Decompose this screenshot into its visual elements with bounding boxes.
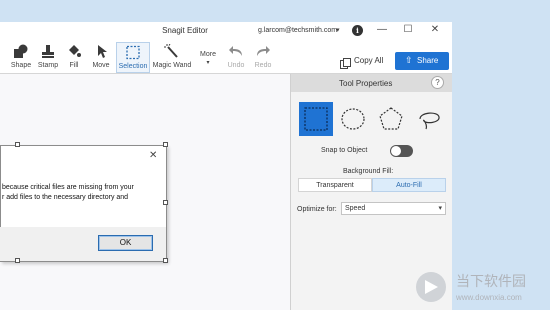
selection-tool-label: Selection xyxy=(118,63,148,70)
dialog-close-icon[interactable]: ✕ xyxy=(149,150,157,161)
magic-wand-icon xyxy=(164,43,180,59)
polygon-selection-button[interactable] xyxy=(374,102,408,136)
undo-label: Undo xyxy=(227,62,245,69)
selection-handle[interactable] xyxy=(15,258,20,263)
window-title: Snagit Editor xyxy=(162,26,208,35)
watermark-url: www.downxia.com xyxy=(456,293,522,302)
snap-to-object-label: Snap to Object xyxy=(321,147,368,154)
fill-tool[interactable]: Fill xyxy=(64,42,84,73)
watermark-logo xyxy=(414,270,448,309)
copy-all-label: Copy All xyxy=(354,56,384,65)
undo-button[interactable]: Undo xyxy=(225,42,247,73)
optimize-for-select[interactable]: Speed ▾ xyxy=(341,202,446,215)
background-fill-label: Background Fill: xyxy=(343,168,394,175)
redo-icon xyxy=(255,44,271,59)
copy-all-button[interactable]: Copy All xyxy=(338,53,390,69)
rectangle-selection-icon xyxy=(304,107,328,131)
chevron-down-icon: ▾ xyxy=(206,60,210,66)
share-icon: ⇧ xyxy=(405,55,413,65)
selection-handle[interactable] xyxy=(163,142,168,147)
freehand-selection-button[interactable] xyxy=(412,102,446,136)
tool-properties-header: Tool Properties ? xyxy=(291,74,452,92)
snap-to-object-toggle[interactable] xyxy=(390,145,413,157)
auto-fill-option[interactable]: Auto-Fill xyxy=(372,178,446,192)
selection-handle[interactable] xyxy=(163,258,168,263)
move-tool-label: Move xyxy=(92,62,110,69)
copy-icon xyxy=(340,56,351,74)
move-tool[interactable]: Move xyxy=(90,42,112,73)
redo-button[interactable]: Redo xyxy=(252,42,274,73)
stamp-icon xyxy=(40,44,56,59)
dialog-message-line-1: because critical files are missing from … xyxy=(2,184,134,191)
fill-icon xyxy=(66,44,82,59)
account-menu[interactable]: g.larcom@techsmith.com xyxy=(258,27,337,34)
rectangle-selection-button[interactable] xyxy=(299,102,333,136)
shape-tool[interactable]: Shape xyxy=(9,42,33,73)
selection-tool[interactable]: Selection xyxy=(116,42,150,73)
chevron-down-icon: ▾ xyxy=(438,205,442,212)
selection-handle[interactable] xyxy=(15,142,20,147)
tool-properties-title: Tool Properties xyxy=(339,79,393,88)
shape-tool-label: Shape xyxy=(10,62,32,69)
stamp-tool[interactable]: Stamp xyxy=(35,42,61,73)
redo-label: Redo xyxy=(254,62,272,69)
magic-wand-tool-label: Magic Wand xyxy=(152,62,192,69)
maximize-button[interactable]: ☐ xyxy=(401,24,415,35)
close-button[interactable]: ✕ xyxy=(428,24,442,35)
ellipse-selection-button[interactable] xyxy=(336,102,370,136)
account-caret-icon[interactable]: ▾ xyxy=(336,26,340,34)
fill-tool-label: Fill xyxy=(69,62,79,69)
undo-icon xyxy=(228,44,244,59)
optimize-for-label: Optimize for: xyxy=(297,206,337,213)
share-label: Share xyxy=(417,56,439,65)
magic-wand-tool[interactable]: Magic Wand xyxy=(151,42,193,73)
selection-handle[interactable] xyxy=(163,200,168,205)
selection-icon xyxy=(125,45,141,60)
ellipse-selection-icon xyxy=(341,108,365,130)
dialog-message-line-2: r add files to the necessary directory a… xyxy=(2,194,129,201)
share-button[interactable]: ⇧ Share xyxy=(395,52,449,70)
shape-icon xyxy=(13,44,29,59)
freehand-selection-icon xyxy=(419,112,440,130)
optimize-for-value: Speed xyxy=(345,205,366,212)
move-icon xyxy=(93,44,109,59)
more-tools-button[interactable]: More ▾ xyxy=(197,42,219,73)
stamp-tool-label: Stamp xyxy=(37,62,59,69)
ok-button[interactable]: OK xyxy=(98,235,153,251)
watermark-text: 当下软件园 xyxy=(456,274,526,290)
info-icon[interactable]: i xyxy=(352,25,363,36)
help-icon[interactable]: ? xyxy=(431,76,444,89)
more-tools-label: More xyxy=(200,51,216,58)
transparent-option[interactable]: Transparent xyxy=(298,178,372,192)
minimize-button[interactable]: — xyxy=(375,24,389,35)
title-bar: Snagit Editor g.larcom@techsmith.com ▾ i… xyxy=(0,22,452,42)
toggle-knob xyxy=(391,146,401,156)
polygon-selection-icon xyxy=(379,107,403,130)
